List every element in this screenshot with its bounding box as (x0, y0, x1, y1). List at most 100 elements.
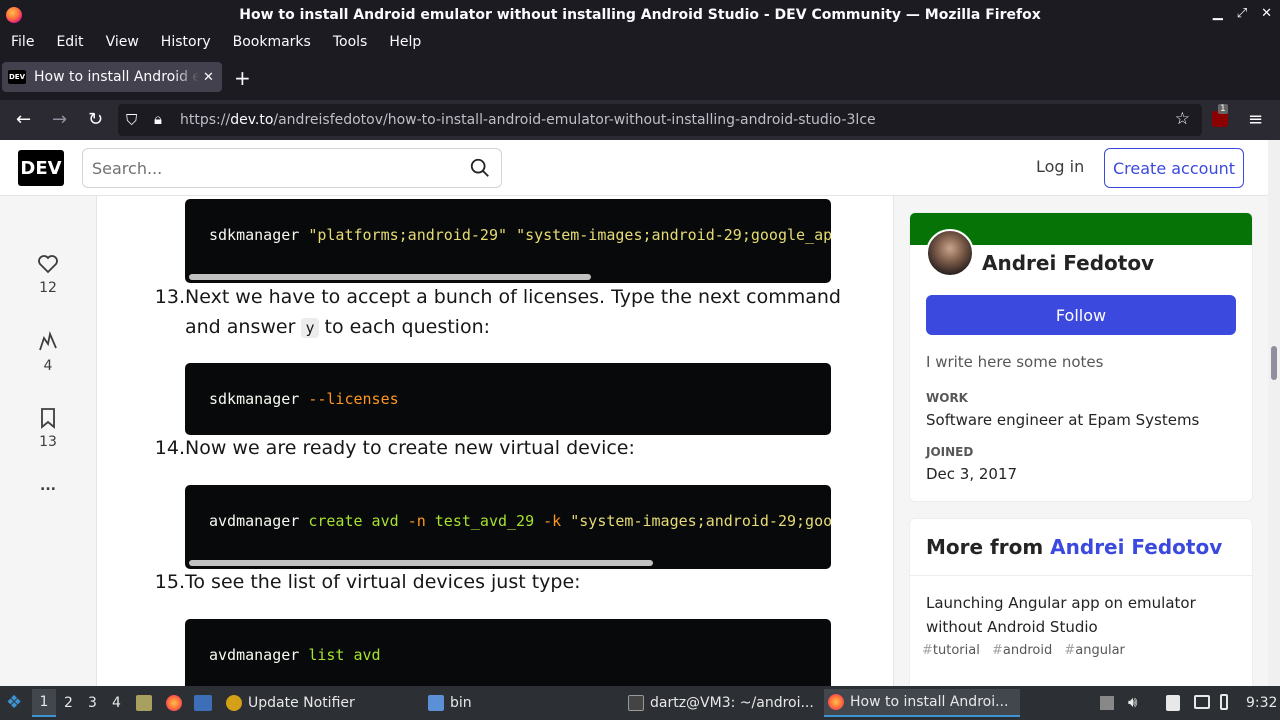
more-from-author-link[interactable]: Andrei Fedotov (1050, 535, 1222, 559)
tag-angular[interactable]: #angular (1064, 643, 1125, 658)
workspace-2[interactable]: 2 (64, 695, 73, 711)
step-15: 15. To see the list of virtual devices j… (154, 571, 581, 593)
close-icon[interactable]: ✕ (1261, 6, 1272, 21)
login-link[interactable]: Log in (1036, 157, 1084, 176)
author-card: Andrei Fedotov Follow I write here some … (909, 212, 1253, 502)
code-scrollbar[interactable] (189, 560, 653, 566)
new-tab-icon[interactable]: + (234, 66, 251, 90)
extension-badge: 1 (1218, 104, 1228, 114)
divider (910, 575, 1254, 576)
menu-help[interactable]: Help (378, 34, 432, 50)
taskbar: ❖ 1 2 3 4 Update Notifier bin dartz@VM3:… (0, 686, 1280, 720)
window-launcher-icon[interactable] (194, 695, 212, 711)
bookmark-star-icon[interactable]: ☆ (1175, 109, 1190, 129)
follow-button[interactable]: Follow (926, 295, 1236, 335)
dev-logo[interactable]: DEV (18, 150, 64, 186)
file-manager-launcher-icon[interactable] (136, 695, 152, 711)
shield-icon[interactable]: ⛉ (126, 111, 137, 129)
post-tags: #tutorial #android #angular (922, 643, 1133, 658)
firefox-icon (828, 694, 844, 710)
tag-tutorial[interactable]: #tutorial (922, 643, 980, 658)
menu-tools[interactable]: Tools (322, 34, 379, 50)
likes-count: 12 (39, 280, 57, 296)
article-body: sdkmanager "platforms;android-29" "syste… (96, 196, 894, 686)
inline-code-y: y (301, 318, 319, 338)
menu-edit[interactable]: Edit (45, 34, 94, 50)
code-block-sdkmanager-platforms: sdkmanager "platforms;android-29" "syste… (185, 199, 831, 283)
reload-icon[interactable]: ↻ (88, 109, 103, 130)
menu-bookmarks[interactable]: Bookmarks (222, 34, 322, 50)
more-from-card: More from Andrei Fedotov Launching Angul… (909, 518, 1254, 686)
create-account-button[interactable]: Create account (1104, 148, 1244, 188)
dev-favicon-icon: DEV (8, 70, 26, 84)
code-block-avdmanager-create: avdmanager create avd -n test_avd_29 -k … (185, 485, 831, 569)
author-bio: I write here some notes (926, 353, 1104, 371)
work-value: Software engineer at Epam Systems (926, 411, 1200, 429)
dev-header: DEV Search... Log in Create account (0, 140, 1268, 196)
firefox-launcher-icon[interactable] (166, 695, 182, 711)
heart-icon[interactable] (36, 252, 60, 276)
search-input[interactable]: Search... (82, 148, 502, 188)
joined-label: JOINED (926, 445, 974, 459)
step-14: 14. Now we are ready to create new virtu… (154, 437, 635, 459)
clock[interactable]: 9:32 (1246, 695, 1277, 711)
tab-close-icon[interactable]: ✕ (203, 70, 214, 85)
menu-view[interactable]: View (95, 34, 150, 50)
url-text[interactable]: https://dev.to/andreisfedotov/how-to-ins… (180, 112, 876, 128)
volume-icon[interactable]: 🔊︎ (1128, 693, 1137, 711)
workspace-4[interactable]: 4 (112, 695, 121, 711)
terminal-icon (628, 695, 644, 711)
code-scrollbar[interactable] (189, 274, 591, 280)
url-bar[interactable]: ⛉ 🔒︎ https://dev.to/andreisfedotov/how-t… (118, 104, 1202, 136)
more-from-post-title[interactable]: Launching Angular app on emulator withou… (926, 591, 1246, 639)
firefox-icon (6, 7, 22, 23)
window-title: How to install Android emulator without … (239, 7, 1041, 23)
taskbar-app-firefox[interactable]: How to install Androi... (824, 689, 1020, 717)
page-scrollbar[interactable] (1268, 140, 1280, 686)
taskbar-app-bin[interactable]: bin (424, 689, 472, 717)
code-block-sdkmanager-licenses: sdkmanager --licenses (185, 363, 831, 435)
unicorns-count: 4 (43, 358, 53, 374)
hamburger-menu-icon[interactable]: ≡ (1248, 109, 1263, 130)
code-block-avdmanager-list: avdmanager list avd (185, 619, 831, 686)
update-notifier-icon (226, 695, 242, 711)
tag-android[interactable]: #android (992, 643, 1052, 658)
folder-icon (428, 695, 444, 711)
workspace-3[interactable]: 3 (88, 695, 97, 711)
navigation-bar: ← → ↻ ⛉ 🔒︎ https://dev.to/andreisfedotov… (0, 100, 1280, 140)
more-from-heading: More from Andrei Fedotov (926, 535, 1223, 559)
author-name[interactable]: Andrei Fedotov (982, 251, 1154, 275)
unicorn-icon[interactable] (36, 330, 60, 354)
tab-bar: DEV How to install Android emulator with… (0, 54, 1280, 100)
tray-icon[interactable] (1100, 696, 1114, 710)
forward-icon[interactable]: → (52, 109, 67, 130)
clipboard-icon[interactable] (1166, 695, 1180, 711)
bookmark-icon[interactable] (36, 406, 60, 430)
display-icon[interactable] (1194, 695, 1210, 709)
search-placeholder: Search... (92, 159, 163, 178)
workspace-1[interactable]: 1 (32, 689, 56, 717)
search-icon[interactable] (469, 157, 491, 179)
avatar[interactable] (926, 229, 974, 277)
page-content: DEV Search... Log in Create account 12 4… (0, 140, 1268, 686)
more-options-icon[interactable]: ... (20, 478, 76, 494)
lock-icon[interactable]: 🔒︎ (154, 110, 162, 128)
battery-icon[interactable] (1220, 694, 1228, 710)
menu-history[interactable]: History (150, 34, 222, 50)
minimize-icon[interactable]: ▁ (1213, 6, 1223, 21)
restore-icon[interactable]: ⤢ (1237, 6, 1247, 21)
window-titlebar: How to install Android emulator without … (0, 0, 1280, 30)
taskbar-app-terminal[interactable]: dartz@VM3: ~/androi... (624, 689, 814, 717)
work-label: WORK (926, 391, 968, 405)
tab-active[interactable]: DEV How to install Android emulator with… (2, 62, 222, 92)
menu-bar: File Edit View History Bookmarks Tools H… (0, 30, 1280, 54)
taskbar-app-update-notifier[interactable]: Update Notifier (222, 689, 355, 717)
back-icon[interactable]: ← (16, 109, 31, 130)
joined-value: Dec 3, 2017 (926, 465, 1018, 483)
start-menu-icon[interactable]: ❖ (6, 692, 22, 713)
step-13: 13. Next we have to accept a bunch of li… (154, 286, 841, 338)
menu-file[interactable]: File (0, 34, 45, 50)
scrollbar-thumb[interactable] (1271, 346, 1277, 380)
tab-title: How to install Android emulator without … (34, 69, 199, 85)
bookmarks-count: 13 (39, 434, 57, 450)
